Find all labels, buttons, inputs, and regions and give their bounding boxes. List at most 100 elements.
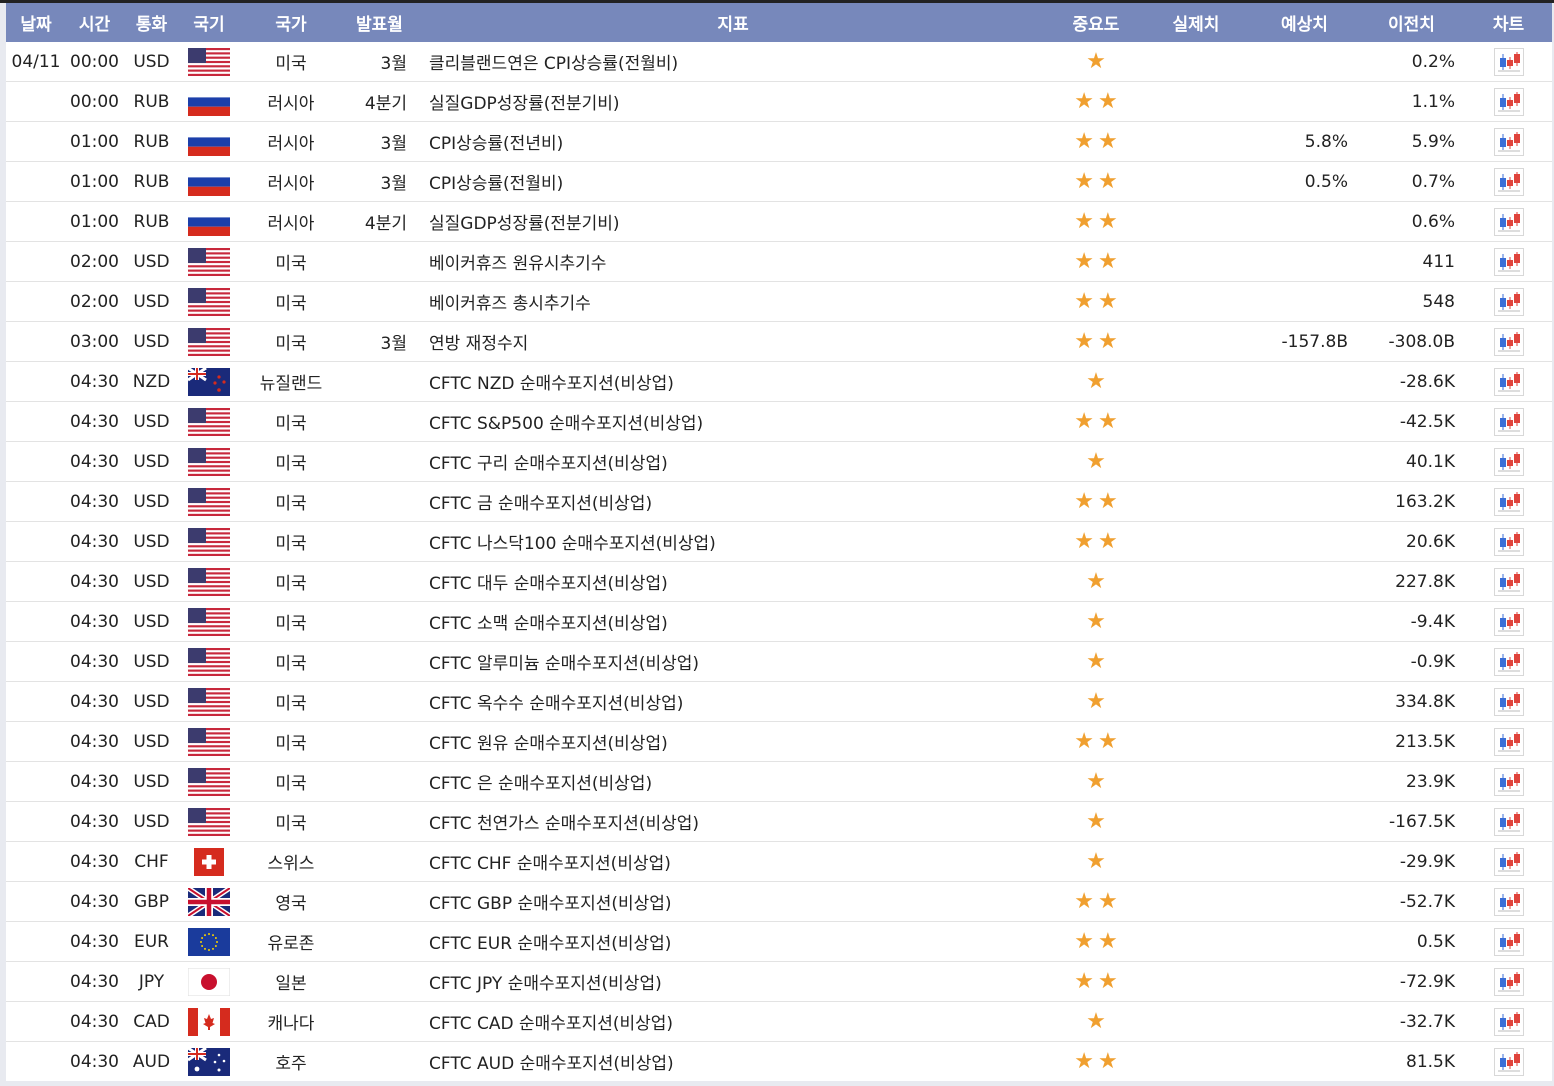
header-forecast[interactable]: 예상치 bbox=[1251, 3, 1358, 42]
table-row[interactable]: 04:30 USD 미국 CFTC 나스닥100 순매수포지션(비상업) ★ ★ 20.6K bbox=[6, 521, 1552, 562]
cell-indicator[interactable]: CFTC JPY 순매수포지션(비상업) bbox=[415, 961, 1051, 1002]
candlestick-chart-icon[interactable] bbox=[1493, 767, 1524, 796]
header-previous[interactable]: 이전치 bbox=[1358, 3, 1465, 42]
candlestick-chart-icon[interactable] bbox=[1493, 367, 1524, 396]
cell-indicator[interactable]: CPI상승률(전년비) bbox=[415, 121, 1051, 162]
cell-indicator[interactable]: CFTC S&P500 순매수포지션(비상업) bbox=[415, 401, 1051, 442]
table-row[interactable]: 00:00 RUB 러시아 4분기 실질GDP성장률(전분기비) ★ ★ 1.1% bbox=[6, 81, 1552, 122]
header-currency[interactable]: 통화 bbox=[123, 3, 180, 42]
cell-indicator[interactable]: CFTC NZD 순매수포지션(비상업) bbox=[415, 361, 1051, 402]
cell-country: 미국 bbox=[238, 721, 344, 762]
cell-previous: 0.2% bbox=[1358, 42, 1465, 82]
header-month[interactable]: 발표월 bbox=[344, 3, 415, 42]
table-row[interactable]: 04:30 USD 미국 CFTC 알루미늄 순매수포지션(비상업) ★ -0.9K bbox=[6, 641, 1552, 682]
candlestick-chart-icon[interactable] bbox=[1493, 927, 1524, 956]
header-importance[interactable]: 중요도 bbox=[1051, 3, 1141, 42]
candlestick-chart-icon[interactable] bbox=[1493, 207, 1524, 236]
table-row[interactable]: 04:30 EUR 유로존 CFTC EUR 순매수포지션(비상업) ★ ★ 0.5K bbox=[6, 921, 1552, 962]
candlestick-chart-icon[interactable] bbox=[1493, 167, 1524, 196]
table-row[interactable]: 04:30 CHF 스위스 CFTC CHF 순매수포지션(비상업) ★ -29.9K bbox=[6, 841, 1552, 882]
cell-indicator[interactable]: CFTC 금 순매수포지션(비상업) bbox=[415, 481, 1051, 522]
candlestick-chart-icon[interactable] bbox=[1493, 87, 1524, 116]
table-row[interactable]: 04:30 USD 미국 CFTC 천연가스 순매수포지션(비상업) ★ -167.5K bbox=[6, 801, 1552, 842]
candlestick-chart-icon[interactable] bbox=[1493, 447, 1524, 476]
cell-indicator[interactable]: CFTC 옥수수 순매수포지션(비상업) bbox=[415, 681, 1051, 722]
header-flag[interactable]: 국기 bbox=[180, 3, 238, 42]
cell-indicator[interactable]: CFTC 원유 순매수포지션(비상업) bbox=[415, 721, 1051, 762]
candlestick-chart-icon[interactable] bbox=[1493, 727, 1524, 756]
table-row[interactable]: 04:30 USD 미국 CFTC 은 순매수포지션(비상업) ★ 23.9K bbox=[6, 761, 1552, 802]
table-row[interactable]: 04:30 GBP 영국 CFTC GBP 순매수포지션(비상업) ★ ★ -52.7K bbox=[6, 881, 1552, 922]
cell-indicator[interactable]: CFTC 대두 순매수포지션(비상업) bbox=[415, 561, 1051, 602]
candlestick-chart-icon[interactable] bbox=[1493, 47, 1524, 76]
importance-star-icon: ★ bbox=[1074, 928, 1094, 954]
cell-indicator[interactable]: 실질GDP성장률(전분기비) bbox=[415, 81, 1051, 122]
cell-indicator[interactable]: CPI상승률(전월비) bbox=[415, 161, 1051, 202]
table-row[interactable]: 04:30 USD 미국 CFTC 소맥 순매수포지션(비상업) ★ -9.4K bbox=[6, 601, 1552, 642]
cell-flag bbox=[180, 201, 238, 242]
header-actual[interactable]: 실제치 bbox=[1141, 3, 1251, 42]
table-row[interactable]: 01:00 RUB 러시아 4분기 실질GDP성장률(전분기비) ★ ★ 0.6% bbox=[6, 201, 1552, 242]
cell-indicator[interactable]: 연방 재정수지 bbox=[415, 321, 1051, 362]
candlestick-chart-icon[interactable] bbox=[1493, 607, 1524, 636]
cell-indicator[interactable]: CFTC 은 순매수포지션(비상업) bbox=[415, 761, 1051, 802]
candlestick-chart-icon[interactable] bbox=[1493, 647, 1524, 676]
table-row[interactable]: 01:00 RUB 러시아 3월 CPI상승률(전년비) ★ ★ 5.8% 5.9% bbox=[6, 121, 1552, 162]
table-row[interactable]: 04:30 AUD 호주 CFTC AUD 순매수포지션(비상업) ★ ★ 81.5K bbox=[6, 1042, 1552, 1082]
header-chart[interactable]: 차트 bbox=[1465, 3, 1552, 42]
header-time[interactable]: 시간 bbox=[66, 3, 123, 42]
candlestick-chart-icon[interactable] bbox=[1493, 887, 1524, 916]
header-indicator[interactable]: 지표 bbox=[415, 3, 1051, 42]
candlestick-chart-icon[interactable] bbox=[1493, 687, 1524, 716]
candlestick-chart-icon[interactable] bbox=[1493, 127, 1524, 156]
table-row[interactable]: 04/11 00:00 USD 미국 3월 클리블랜드연은 CPI상승률(전월비) ★ 0.2… bbox=[6, 42, 1552, 82]
cell-indicator[interactable]: CFTC AUD 순매수포지션(비상업) bbox=[415, 1042, 1051, 1082]
table-row[interactable]: 01:00 RUB 러시아 3월 CPI상승률(전월비) ★ ★ 0.5% 0.7% bbox=[6, 161, 1552, 202]
cell-country: 스위스 bbox=[238, 841, 344, 882]
cell-indicator[interactable]: 베이커휴즈 총시추기수 bbox=[415, 281, 1051, 322]
cell-indicator[interactable]: CFTC 소맥 순매수포지션(비상업) bbox=[415, 601, 1051, 642]
cell-indicator[interactable]: 클리블랜드연은 CPI상승률(전월비) bbox=[415, 42, 1051, 82]
table-row[interactable]: 04:30 USD 미국 CFTC S&P500 순매수포지션(비상업) ★ ★ -42.5… bbox=[6, 401, 1552, 442]
cell-flag bbox=[180, 361, 238, 402]
candlestick-chart-icon[interactable] bbox=[1493, 407, 1524, 436]
candlestick-chart-icon[interactable] bbox=[1493, 487, 1524, 516]
cell-indicator[interactable]: 실질GDP성장률(전분기비) bbox=[415, 201, 1051, 242]
candlestick-chart-icon[interactable] bbox=[1493, 1007, 1524, 1036]
candlestick-chart-icon[interactable] bbox=[1493, 247, 1524, 276]
cell-currency: USD bbox=[123, 761, 180, 802]
table-row[interactable]: 02:00 USD 미국 베이커휴즈 원유시추기수 ★ ★ 411 bbox=[6, 241, 1552, 282]
cell-indicator[interactable]: CFTC EUR 순매수포지션(비상업) bbox=[415, 921, 1051, 962]
table-row[interactable]: 04:30 USD 미국 CFTC 원유 순매수포지션(비상업) ★ ★ 213.5K bbox=[6, 721, 1552, 762]
candlestick-chart-icon[interactable] bbox=[1493, 847, 1524, 876]
candlestick-chart-icon[interactable] bbox=[1493, 287, 1524, 316]
candlestick-chart-icon[interactable] bbox=[1493, 807, 1524, 836]
candlestick-chart-icon[interactable] bbox=[1493, 967, 1524, 996]
cell-indicator[interactable]: CFTC CHF 순매수포지션(비상업) bbox=[415, 841, 1051, 882]
cell-indicator[interactable]: CFTC 천연가스 순매수포지션(비상업) bbox=[415, 801, 1051, 842]
cell-indicator[interactable]: CFTC 알루미늄 순매수포지션(비상업) bbox=[415, 641, 1051, 682]
candlestick-chart-icon[interactable] bbox=[1493, 1047, 1524, 1076]
table-row[interactable]: 04:30 NZD 뉴질랜드 CFTC NZD 순매수포지션(비상업) ★ -28.6K bbox=[6, 361, 1552, 402]
table-row[interactable]: 04:30 USD 미국 CFTC 옥수수 순매수포지션(비상업) ★ 334.8K bbox=[6, 681, 1552, 722]
table-row[interactable]: 04:30 USD 미국 CFTC 대두 순매수포지션(비상업) ★ 227.8K bbox=[6, 561, 1552, 602]
header-date[interactable]: 날짜 bbox=[6, 3, 66, 42]
cell-indicator[interactable]: CFTC GBP 순매수포지션(비상업) bbox=[415, 881, 1051, 922]
cell-indicator[interactable]: CFTC 구리 순매수포지션(비상업) bbox=[415, 441, 1051, 482]
candlestick-chart-icon[interactable] bbox=[1493, 567, 1524, 596]
cell-indicator[interactable]: 베이커휴즈 원유시추기수 bbox=[415, 241, 1051, 282]
table-row[interactable]: 04:30 CAD 캐나다 CFTC CAD 순매수포지션(비상업) ★ -32.7K bbox=[6, 1001, 1552, 1042]
header-country[interactable]: 국가 bbox=[238, 3, 344, 42]
table-row[interactable]: 03:00 USD 미국 3월 연방 재정수지 ★ ★ -157.8B -308.0B bbox=[6, 321, 1552, 362]
cell-indicator[interactable]: CFTC 나스닥100 순매수포지션(비상업) bbox=[415, 521, 1051, 562]
table-row[interactable]: 04:30 USD 미국 CFTC 구리 순매수포지션(비상업) ★ 40.1K bbox=[6, 441, 1552, 482]
cell-indicator[interactable]: CFTC CAD 순매수포지션(비상업) bbox=[415, 1001, 1051, 1042]
table-row[interactable]: 04:30 JPY 일본 CFTC JPY 순매수포지션(비상업) ★ ★ -72.9K bbox=[6, 961, 1552, 1002]
candlestick-chart-icon[interactable] bbox=[1493, 527, 1524, 556]
table-row[interactable]: 02:00 USD 미국 베이커휴즈 총시추기수 ★ ★ 548 bbox=[6, 281, 1552, 322]
cell-importance: ★ ★ bbox=[1051, 881, 1141, 922]
gb-flag bbox=[188, 887, 230, 916]
cell-date bbox=[6, 521, 66, 562]
candlestick-chart-icon[interactable] bbox=[1493, 327, 1524, 356]
table-row[interactable]: 04:30 USD 미국 CFTC 금 순매수포지션(비상업) ★ ★ 163.2K bbox=[6, 481, 1552, 522]
